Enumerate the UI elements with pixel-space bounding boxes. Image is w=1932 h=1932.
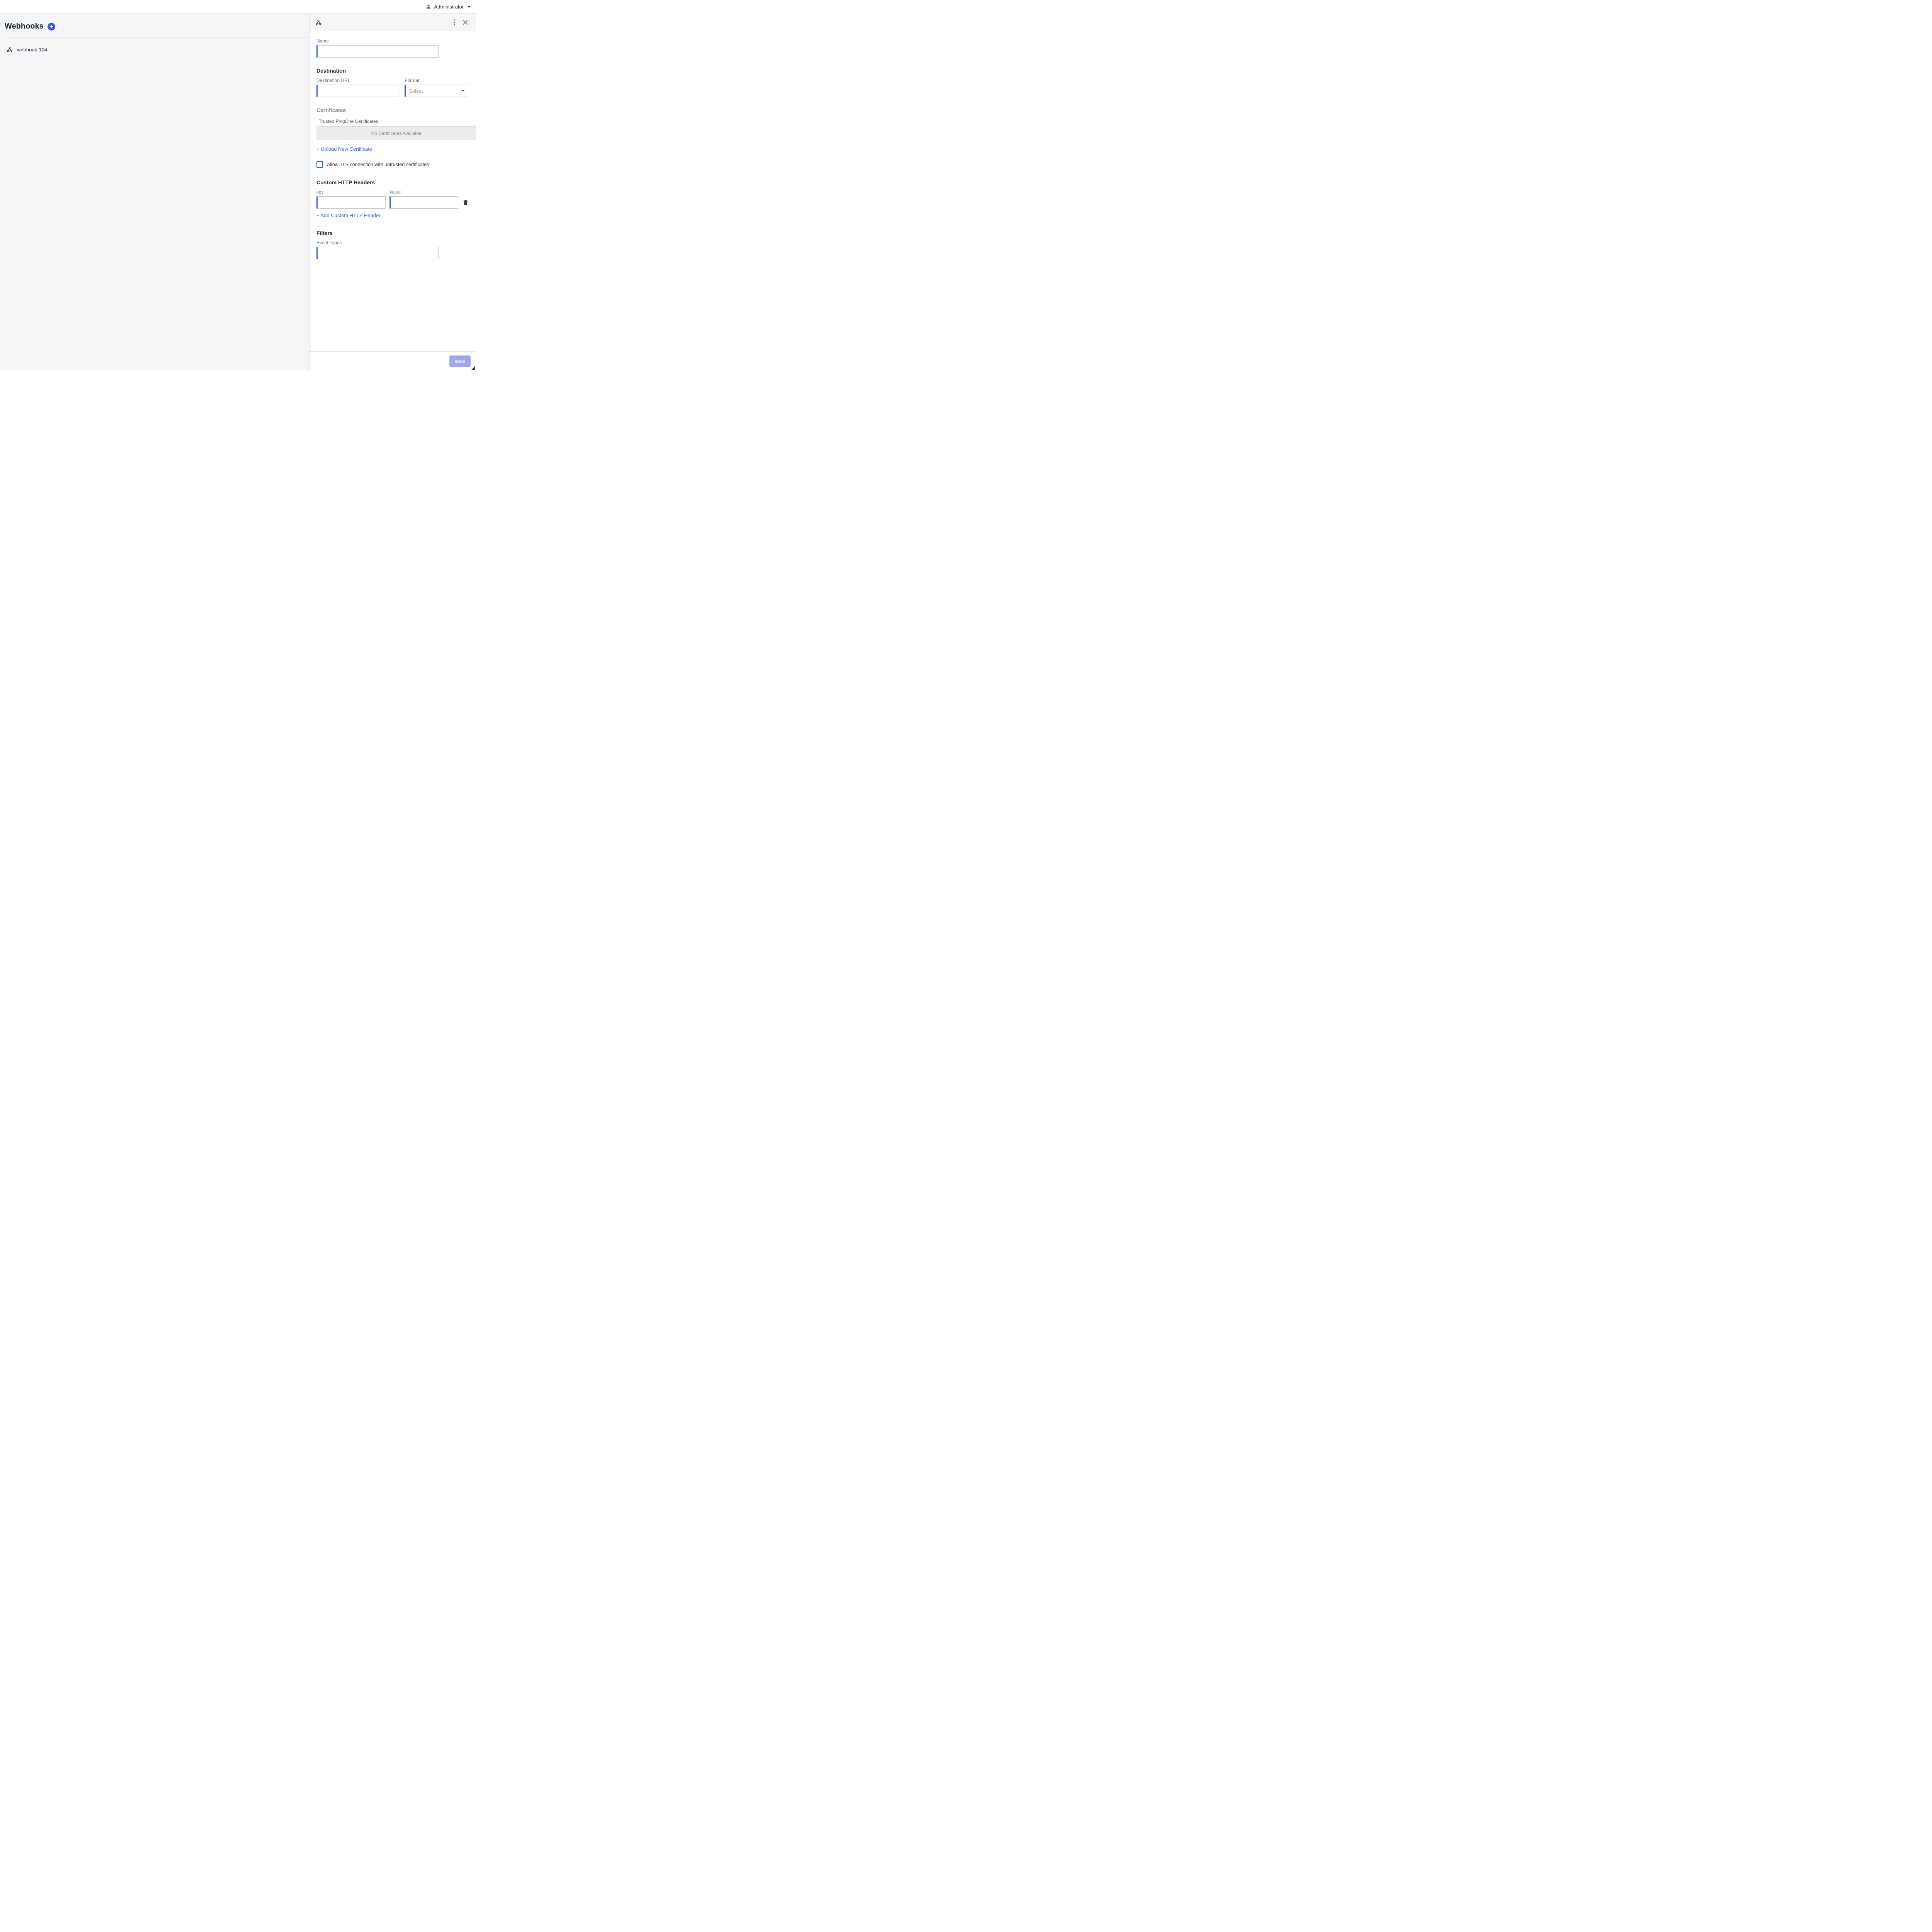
add-webhook-button[interactable]: + bbox=[48, 23, 55, 31]
name-label: Name bbox=[316, 38, 439, 44]
user-label: Administrator bbox=[434, 4, 464, 10]
certificates-section-title: Certificates bbox=[316, 107, 469, 113]
format-select[interactable]: Select bbox=[405, 85, 469, 97]
kebab-icon bbox=[454, 19, 455, 26]
upload-certificate-link[interactable]: + Upload New Certificate bbox=[316, 146, 372, 152]
header-value-label: Value bbox=[389, 189, 459, 195]
close-button[interactable] bbox=[460, 17, 471, 28]
certificates-empty: No Certificates Available bbox=[316, 126, 476, 140]
custom-headers-section-title: Custom HTTP Headers bbox=[316, 179, 469, 185]
format-label: Format bbox=[405, 78, 469, 83]
save-button[interactable]: save bbox=[449, 355, 471, 367]
left-pane: Webhooks + webhook-104 bbox=[0, 14, 309, 371]
trusted-certs-label: Trusted PingOne Certificates bbox=[319, 119, 469, 124]
event-types-input[interactable] bbox=[316, 247, 439, 259]
header-key-input[interactable] bbox=[316, 196, 386, 209]
name-input[interactable] bbox=[316, 45, 439, 58]
allow-tls-label: Allow TLS connection with untrusted cert… bbox=[327, 162, 429, 167]
format-select-placeholder: Select bbox=[409, 88, 423, 94]
more-menu-button[interactable] bbox=[449, 17, 460, 28]
header-key-label: key bbox=[316, 189, 386, 195]
webhooks-list: webhook-104 bbox=[5, 37, 309, 57]
webhook-icon bbox=[315, 19, 322, 26]
resize-handle-icon bbox=[471, 366, 475, 370]
list-item[interactable]: webhook-104 bbox=[5, 42, 309, 57]
panel-footer: save bbox=[310, 351, 476, 371]
detail-panel: Name Destination Destination URL Format … bbox=[309, 14, 476, 371]
header-value-input[interactable] bbox=[389, 196, 459, 209]
webhook-icon bbox=[6, 46, 13, 53]
list-item-label: webhook-104 bbox=[17, 47, 47, 53]
event-types-label: Event Types bbox=[316, 240, 439, 245]
user-menu[interactable]: Administrator bbox=[425, 3, 471, 10]
delete-header-button[interactable] bbox=[462, 199, 469, 206]
panel-header bbox=[310, 14, 476, 31]
panel-body: Name Destination Destination URL Format … bbox=[310, 31, 476, 351]
close-icon bbox=[463, 20, 468, 25]
page-header: Webhooks + bbox=[5, 18, 309, 37]
destination-section-title: Destination bbox=[316, 68, 469, 74]
chevron-down-icon bbox=[468, 6, 471, 8]
destination-url-input[interactable] bbox=[316, 85, 398, 97]
page-title: Webhooks bbox=[5, 22, 44, 31]
destination-url-label: Destination URL bbox=[316, 78, 398, 83]
add-header-link[interactable]: + Add Custom HTTP Header bbox=[316, 213, 381, 218]
chevron-down-icon bbox=[461, 90, 465, 92]
user-icon bbox=[425, 3, 432, 10]
content-area: Webhooks + webhook-104 bbox=[0, 13, 476, 371]
filters-section-title: Filters bbox=[316, 230, 469, 236]
top-bar: Administrator bbox=[0, 0, 476, 13]
allow-tls-checkbox[interactable] bbox=[316, 161, 323, 168]
